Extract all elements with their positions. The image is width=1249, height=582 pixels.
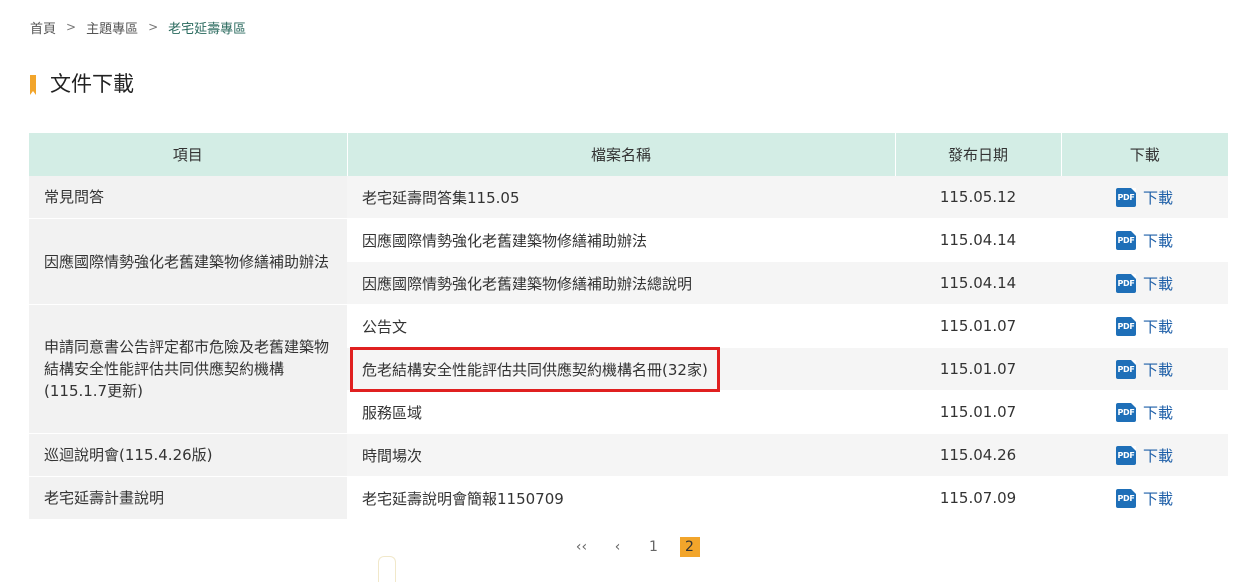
file-name: 因應國際情勢強化老舊建築物修繕補助辦法總說明: [362, 274, 693, 293]
page-2-button[interactable]: 2: [679, 537, 700, 557]
download-link[interactable]: PDF 下載: [1115, 316, 1173, 337]
download-link[interactable]: PDF 下載: [1115, 359, 1173, 380]
breadcrumb-separator: >: [66, 20, 77, 34]
table-row: 因應國際情勢強化老舊建築物修繕補助辦法 因應國際情勢強化老舊建築物修繕補助辦法 11…: [29, 218, 1228, 305]
download-cell: PDF 下載: [1061, 347, 1228, 391]
download-cell: PDF 下載: [1061, 176, 1228, 219]
download-link[interactable]: PDF 下載: [1115, 488, 1173, 509]
pagination: ‹‹ ‹ 1 2: [0, 536, 1249, 558]
download-label: 下載: [1142, 275, 1173, 293]
pdf-icon: PDF: [1115, 231, 1136, 250]
publish-date: 115.05.12: [895, 176, 1061, 219]
breadcrumb-theme[interactable]: 主題專區: [86, 18, 138, 37]
file-name-cell: 因應國際情勢強化老舊建築物修繕補助辦法: [347, 218, 895, 262]
prev-page-button[interactable]: ‹: [608, 537, 628, 557]
download-label: 下載: [1142, 189, 1173, 207]
download-label: 下載: [1142, 361, 1173, 379]
download-link[interactable]: PDF 下載: [1115, 187, 1173, 208]
item-cell: 申請同意書公告評定都市危險及老舊建築物結構安全性能評估共同供應契約機構(115.…: [29, 304, 347, 434]
column-header-download: 下載: [1061, 133, 1228, 176]
table-row: 巡迴說明會(115.4.26版) 時間場次 115.04.26 PDF 下載: [29, 433, 1228, 477]
pdf-icon: PDF: [1115, 360, 1136, 379]
pdf-icon: PDF: [1115, 446, 1136, 465]
file-name-cell: 因應國際情勢強化老舊建築物修繕補助辦法總說明: [347, 261, 895, 305]
download-label: 下載: [1142, 232, 1173, 250]
highlighted-file-name: 危老結構安全性能評估共同供應契約機構名冊(32家): [350, 346, 720, 392]
pdf-icon: PDF: [1115, 188, 1136, 207]
publish-date: 115.07.09: [895, 476, 1061, 520]
pdf-icon: PDF: [1115, 274, 1136, 293]
download-label: 下載: [1142, 318, 1173, 336]
table-row: 老宅延壽計畫說明 老宅延壽說明會簡報1150709 115.07.09 PDF 下載: [29, 476, 1228, 520]
file-name: 老宅延壽問答集115.05: [362, 188, 520, 207]
bookmark-icon: [30, 75, 36, 95]
pdf-icon: PDF: [1115, 489, 1136, 508]
pdf-icon: PDF: [1115, 317, 1136, 336]
table-header-row: 項目 檔案名稱 發布日期 下載: [29, 133, 1228, 176]
file-name: 老宅延壽說明會簡報1150709: [362, 489, 564, 508]
first-page-button[interactable]: ‹‹: [572, 537, 592, 557]
download-link[interactable]: PDF 下載: [1115, 273, 1173, 294]
download-link[interactable]: PDF 下載: [1115, 402, 1173, 423]
item-cell: 老宅延壽計畫說明: [29, 476, 347, 520]
breadcrumb-home[interactable]: 首頁: [30, 18, 56, 37]
publish-date: 115.01.07: [895, 304, 1061, 348]
download-cell: PDF 下載: [1061, 476, 1228, 520]
column-header-date: 發布日期: [895, 133, 1062, 176]
file-name: 公告文: [362, 317, 408, 336]
download-link[interactable]: PDF 下載: [1115, 230, 1173, 251]
column-header-file: 檔案名稱: [347, 133, 896, 176]
publish-date: 115.01.07: [895, 390, 1061, 434]
file-name-cell: 危老結構安全性能評估共同供應契約機構名冊(32家): [347, 346, 895, 392]
download-link[interactable]: PDF 下載: [1115, 445, 1173, 466]
decorative-outline: [378, 556, 396, 582]
download-cell: PDF 下載: [1061, 390, 1228, 434]
breadcrumb: 首頁 > 主題專區 > 老宅延壽專區: [30, 17, 246, 37]
file-name-cell: 老宅延壽說明會簡報1150709: [347, 476, 895, 520]
publish-date: 115.04.14: [895, 261, 1061, 305]
file-name-cell: 服務區域: [347, 390, 895, 434]
file-name-cell: 公告文: [347, 304, 895, 348]
file-name-cell: 老宅延壽問答集115.05: [347, 176, 895, 219]
table-row: 申請同意書公告評定都市危險及老舊建築物結構安全性能評估共同供應契約機構(115.…: [29, 304, 1228, 434]
download-cell: PDF 下載: [1061, 433, 1228, 477]
download-cell: PDF 下載: [1061, 304, 1228, 348]
download-cell: PDF 下載: [1061, 218, 1228, 262]
publish-date: 115.04.26: [895, 433, 1061, 477]
section-title: 文件下載: [30, 68, 134, 98]
column-header-item: 項目: [29, 133, 348, 176]
file-name-cell: 時間場次: [347, 433, 895, 477]
file-name: 服務區域: [362, 403, 423, 422]
pdf-icon: PDF: [1115, 403, 1136, 422]
item-cell: 常見問答: [29, 176, 347, 219]
download-cell: PDF 下載: [1061, 261, 1228, 305]
download-label: 下載: [1142, 490, 1173, 508]
page-1-button[interactable]: 1: [644, 537, 664, 557]
item-cell: 因應國際情勢強化老舊建築物修繕補助辦法: [29, 218, 347, 305]
breadcrumb-current[interactable]: 老宅延壽專區: [168, 18, 246, 37]
download-label: 下載: [1142, 447, 1173, 465]
download-label: 下載: [1142, 404, 1173, 422]
publish-date: 115.04.14: [895, 218, 1061, 262]
file-name: 因應國際情勢強化老舊建築物修繕補助辦法: [362, 231, 648, 250]
publish-date: 115.01.07: [895, 347, 1061, 391]
item-cell: 巡迴說明會(115.4.26版): [29, 433, 347, 477]
file-name: 時間場次: [362, 446, 423, 465]
breadcrumb-separator: >: [148, 20, 159, 34]
page-title: 文件下載: [50, 72, 134, 96]
download-table: 項目 檔案名稱 發布日期 下載 常見問答 老宅延壽問答集115.05 115.05.…: [29, 133, 1228, 520]
table-row: 常見問答 老宅延壽問答集115.05 115.05.12 PDF 下載: [29, 176, 1228, 219]
